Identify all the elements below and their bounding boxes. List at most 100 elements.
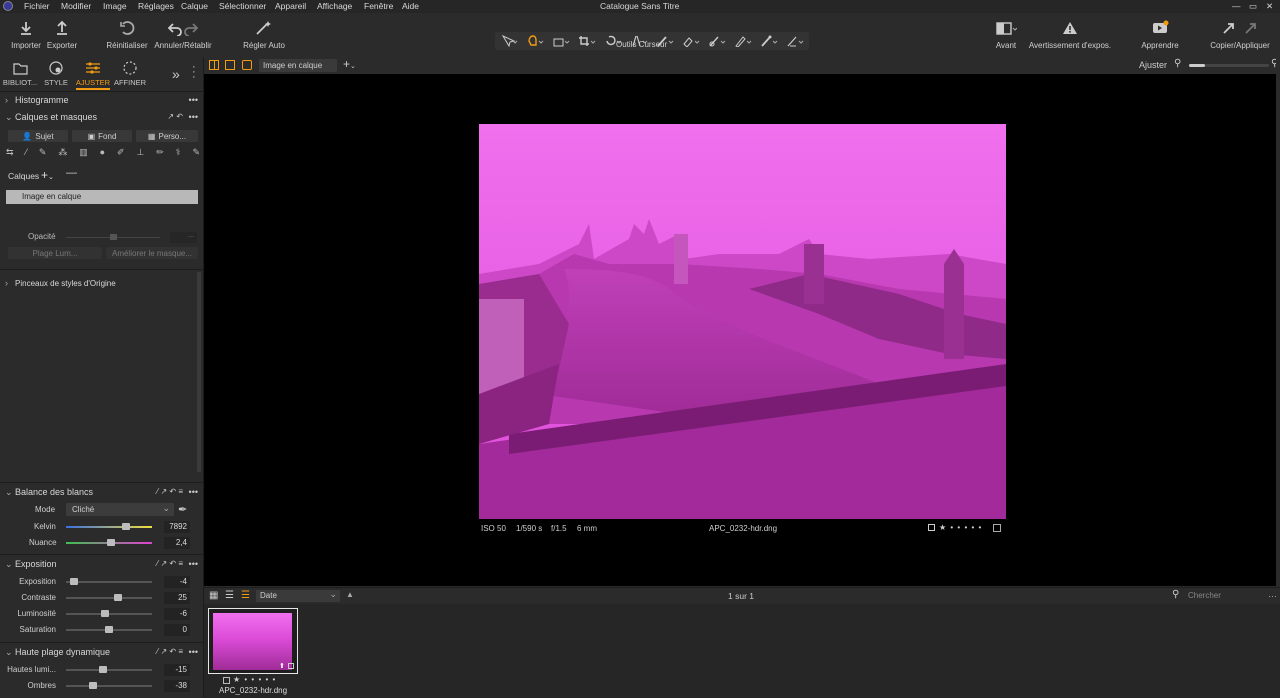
add-icon[interactable]: +⌄ — [343, 57, 356, 71]
exposure-param-slider[interactable] — [66, 594, 152, 601]
search-icon[interactable]: ⚲ — [1172, 589, 1179, 600]
mask-subject-button[interactable]: 👤 Sujet — [8, 130, 68, 142]
hdr-param-slider[interactable] — [66, 682, 152, 689]
gradient-brush-icon[interactable] — [783, 32, 807, 50]
exposure-param-knob[interactable] — [105, 626, 113, 633]
tab-style[interactable]: STYLE — [36, 61, 76, 87]
exposure-param-slider[interactable] — [66, 626, 152, 633]
brush-tool-icon[interactable]: ⁄ — [25, 147, 27, 159]
maximize-icon[interactable]: ▭ — [1249, 1, 1257, 12]
panel-menu-icon[interactable]: · · · — [192, 62, 196, 83]
select-checkbox-icon[interactable] — [928, 524, 935, 531]
swap-icon[interactable]: ⇆ — [6, 147, 14, 159]
section-tools-icon[interactable]: ↗ ↶ — [167, 112, 183, 121]
hdr-section[interactable]: ⌄ Haute plage dynamique ⁄ ↗ ↶ ≡ ••• — [0, 644, 203, 660]
hdr-param-knob[interactable] — [89, 682, 98, 689]
opacity-slider-knob[interactable] — [110, 234, 117, 240]
hdr-param-value[interactable]: -38 — [164, 680, 190, 692]
luminosity-range-button[interactable]: Plage Lum... — [8, 247, 102, 259]
menu-image[interactable]: Image — [103, 1, 127, 11]
view-dropdown[interactable]: Image en calque — [259, 59, 337, 72]
exposure-param-knob[interactable] — [114, 594, 123, 601]
image-viewer[interactable]: ISO 50 1/590 s f/1.5 6 mm APC_0232-hdr.d… — [204, 74, 1276, 586]
stamp-icon[interactable]: ⊥ — [136, 147, 144, 159]
learn-button[interactable]: Apprendre — [1138, 17, 1182, 55]
mask-background-button[interactable]: ▣ Fond — [72, 130, 132, 142]
mask-custom-button[interactable]: ▦ Perso... — [136, 130, 198, 142]
kelvin-slider[interactable] — [66, 523, 152, 530]
more-icon[interactable]: ••• — [189, 112, 198, 122]
exposure-param-value[interactable]: 25 — [164, 592, 190, 604]
exposure-param-slider[interactable] — [66, 610, 152, 617]
select-cursor-icon[interactable] — [497, 32, 521, 50]
menu-calque[interactable]: Calque — [181, 1, 208, 11]
close-icon[interactable]: ✕ — [1266, 1, 1273, 12]
expand-panel-icon[interactable]: » — [172, 66, 180, 82]
kelvin-value[interactable]: 7892 — [164, 521, 190, 533]
tab-adjust[interactable]: AJUSTER — [73, 61, 113, 87]
hdr-param-value[interactable]: -15 — [164, 664, 190, 676]
wb-mode-select[interactable]: Cliché ⌄ — [66, 503, 174, 516]
exposure-section[interactable]: ⌄ Exposition ⁄ ↗ ↶ ≡ ••• — [0, 556, 203, 572]
list-view-icon[interactable]: ☰ — [225, 590, 234, 601]
menu-fichier[interactable]: Fichier — [24, 1, 50, 11]
remove-layer-icon[interactable]: — — [66, 167, 77, 179]
single-view-icon[interactable] — [225, 60, 235, 70]
more-icon[interactable]: ••• — [189, 559, 198, 569]
zoom-label[interactable]: Ajuster — [1139, 60, 1167, 70]
menu-appareil[interactable]: Appareil — [275, 1, 306, 11]
opacity-value[interactable]: ... — [170, 232, 197, 243]
thumbnail-selected[interactable]: ⬆ — [208, 608, 298, 674]
sort-select[interactable]: Date ⌄ — [256, 589, 340, 602]
pen-tool-icon[interactable]: ✏ — [156, 147, 164, 159]
import-button[interactable]: Importer — [8, 17, 44, 55]
hdr-param-knob[interactable] — [98, 666, 107, 673]
wb-picker-icon[interactable]: ✒ — [178, 503, 187, 516]
section-tools-icon[interactable]: ⁄ ↗ ↶ ≡ — [157, 647, 183, 656]
eraser-tool-icon[interactable]: ✐ — [117, 147, 125, 159]
exposure-param-value[interactable]: -4 — [164, 576, 190, 588]
more-icon[interactable]: ••• — [189, 487, 198, 497]
photo-preview[interactable] — [479, 124, 1006, 519]
panel-scrollbar[interactable] — [197, 272, 201, 472]
eraser-icon[interactable] — [679, 32, 703, 50]
heal-tool-icon[interactable]: ⚕ — [176, 147, 181, 159]
menu-affichage[interactable]: Affichage — [317, 1, 352, 11]
color-tag-icon[interactable] — [993, 524, 1001, 532]
magic-wand-tool-icon[interactable]: ⁂ — [58, 147, 67, 159]
photo-rating[interactable]: ★ • • • • • — [939, 523, 982, 532]
zoom-icon[interactable]: ⚲ — [1174, 58, 1181, 69]
layer-item-selected[interactable]: Image en calque — [6, 190, 198, 204]
sort-direction-icon[interactable]: ▲ — [346, 590, 354, 599]
magic-brush-icon[interactable]: ✎ — [39, 147, 47, 159]
clone-icon[interactable]: ✎ — [192, 147, 200, 159]
section-tools-icon[interactable]: ⁄ ↗ ↶ ≡ — [157, 487, 183, 496]
radial-gradient-icon[interactable]: ● — [100, 147, 105, 159]
zoom-slider[interactable] — [1189, 64, 1269, 67]
heal-icon[interactable] — [705, 32, 729, 50]
wb-section[interactable]: ⌄ Balance des blancs ⁄ ↗ ↶ ≡ ••• — [0, 484, 203, 500]
exposure-param-knob[interactable] — [69, 578, 78, 585]
menu-fenetre[interactable]: Fenêtre — [364, 1, 393, 11]
copy-apply-button[interactable]: Copier/Appliquer — [1205, 17, 1275, 55]
tint-slider[interactable] — [66, 539, 152, 546]
exposure-param-value[interactable]: -6 — [164, 608, 190, 620]
histogram-section[interactable]: › Histogramme ••• — [0, 92, 203, 108]
more-icon[interactable]: ••• — [189, 647, 198, 657]
pen-icon[interactable] — [731, 32, 755, 50]
loupe-icon[interactable] — [549, 32, 573, 50]
opacity-slider[interactable] — [66, 234, 160, 240]
menu-reglages[interactable]: Réglages — [138, 1, 174, 11]
exposure-param-knob[interactable] — [101, 610, 110, 617]
tab-refine[interactable]: AFFINER — [110, 61, 150, 87]
menu-aide[interactable]: Aide — [402, 1, 419, 11]
grid-view-icon[interactable] — [209, 60, 219, 70]
filmstrip-view-icon[interactable]: ☰ — [241, 590, 250, 601]
hdr-param-slider[interactable] — [66, 666, 152, 673]
reset-button[interactable]: Réinitialiser — [106, 17, 148, 55]
undo-redo-button[interactable]: Annuler/Rétablir — [153, 17, 213, 55]
app-logo-icon[interactable] — [3, 1, 13, 11]
search-input[interactable]: Chercher — [1188, 591, 1268, 600]
tint-knob[interactable] — [107, 539, 116, 546]
exposure-warning-button[interactable]: Avertissement d'expos. — [1027, 17, 1113, 55]
